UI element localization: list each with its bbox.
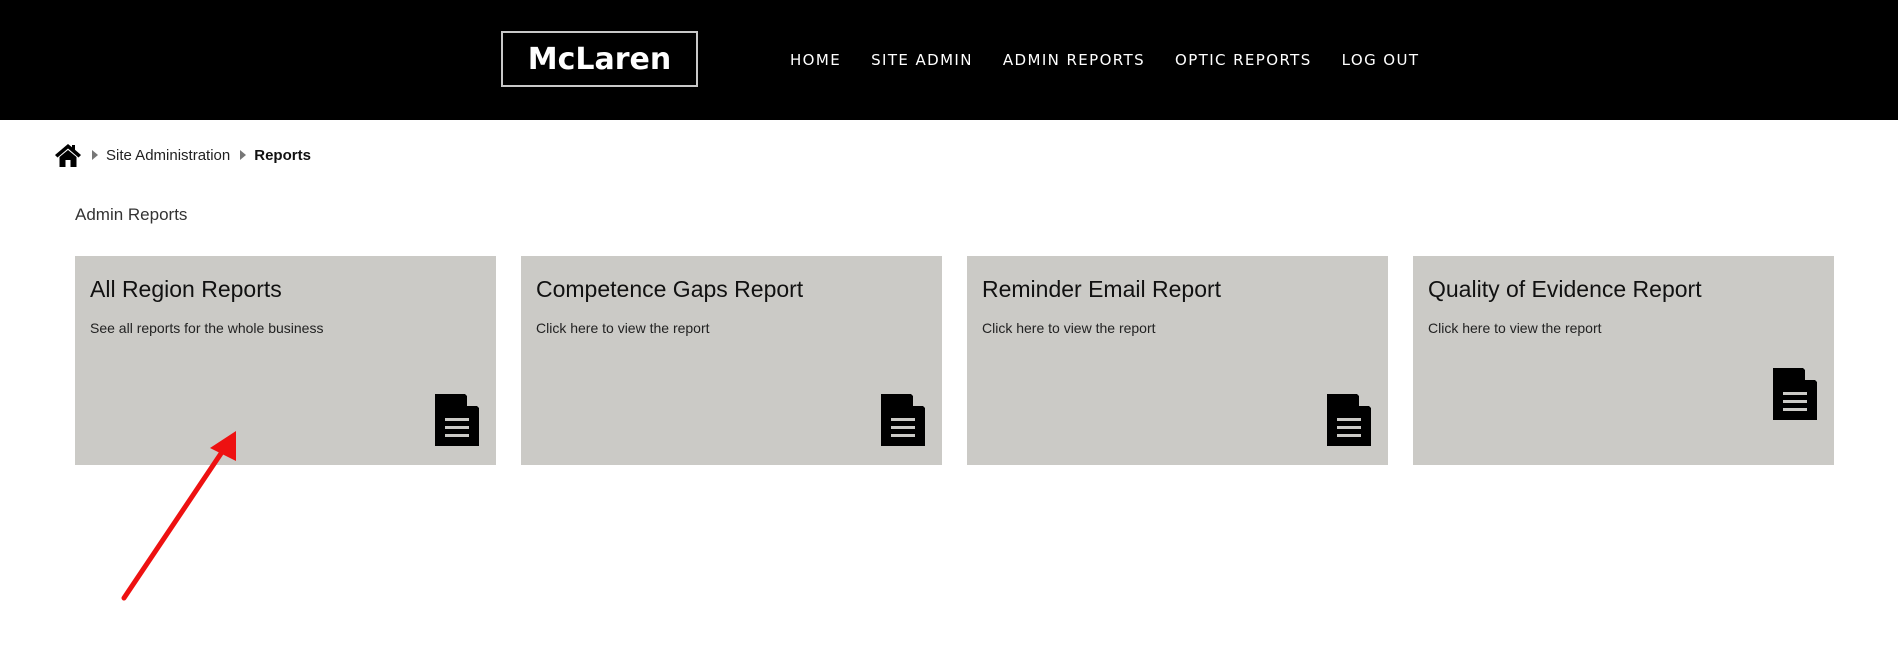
breadcrumb: Site Administration Reports [54, 140, 311, 170]
card-all-region-reports[interactable]: All Region Reports See all reports for t… [75, 256, 496, 465]
breadcrumb-separator-icon [92, 150, 98, 160]
card-description: Click here to view the report [536, 320, 710, 336]
top-navigation-bar: McLaren HOME SITE ADMIN ADMIN REPORTS OP… [0, 0, 1898, 120]
nav-admin-reports[interactable]: ADMIN REPORTS [1003, 50, 1145, 70]
page-title: Admin Reports [75, 205, 188, 224]
card-quality-of-evidence-report[interactable]: Quality of Evidence Report Click here to… [1413, 256, 1834, 465]
document-icon [1327, 394, 1371, 446]
breadcrumb-current: Reports [254, 146, 311, 164]
home-icon[interactable] [54, 142, 82, 168]
nav-log-out[interactable]: LOG OUT [1342, 50, 1420, 70]
nav-site-admin[interactable]: SITE ADMIN [871, 50, 973, 70]
card-description: See all reports for the whole business [90, 320, 324, 336]
card-description: Click here to view the report [982, 320, 1156, 336]
mclaren-logo[interactable]: McLaren [501, 31, 698, 87]
breadcrumb-separator-icon [240, 150, 247, 160]
card-competence-gaps-report[interactable]: Competence Gaps Report Click here to vie… [521, 256, 942, 465]
document-icon [1773, 368, 1817, 420]
card-description: Click here to view the report [1428, 320, 1602, 336]
card-title: Reminder Email Report [982, 276, 1222, 302]
document-icon [435, 394, 479, 446]
nav-optic-reports[interactable]: OPTIC REPORTS [1175, 50, 1312, 70]
nav-home[interactable]: HOME [790, 50, 841, 70]
breadcrumb-site-administration[interactable]: Site Administration [106, 147, 230, 164]
document-icon [881, 394, 925, 446]
card-title: All Region Reports [90, 276, 282, 302]
card-reminder-email-report[interactable]: Reminder Email Report Click here to view… [967, 256, 1388, 465]
card-title: Competence Gaps Report [536, 276, 804, 302]
main-nav: HOME SITE ADMIN ADMIN REPORTS OPTIC REPO… [790, 50, 1449, 70]
card-title: Quality of Evidence Report [1428, 276, 1702, 302]
